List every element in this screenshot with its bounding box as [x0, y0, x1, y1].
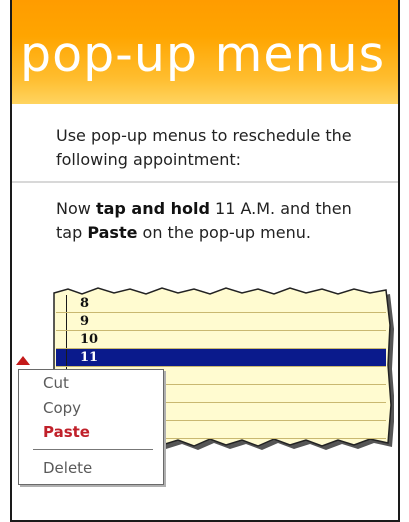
menu-separator — [33, 449, 153, 450]
header-banner: pop-up menus — [12, 0, 398, 104]
appointment-marker-icon — [16, 356, 30, 365]
divider — [12, 181, 398, 183]
calendar-row-11[interactable]: 11 — [56, 349, 386, 367]
menu-item-paste[interactable]: Paste — [43, 423, 90, 441]
instruction-text: Now tap and hold 11 A.M. and then tap Pa… — [56, 197, 381, 245]
menu-item-delete[interactable]: Delete — [43, 459, 92, 477]
calendar-row-label: 9 — [80, 314, 90, 329]
calendar-row-rule — [66, 313, 67, 330]
calendar-row-8[interactable]: 8 — [56, 295, 386, 313]
page-title: pop-up menus — [20, 26, 386, 83]
instruction-suffix: on the pop-up menu. — [137, 223, 311, 242]
tutorial-frame: pop-up menus Use pop-up menus to resched… — [10, 0, 400, 522]
calendar-row-9[interactable]: 9 — [56, 313, 386, 331]
calendar-row-rule — [66, 331, 67, 348]
instruction-prefix: Now — [56, 199, 96, 218]
calendar-row-label: 10 — [80, 332, 99, 347]
calendar-row-10[interactable]: 10 — [56, 331, 386, 349]
instruction-bold-paste: Paste — [87, 223, 138, 242]
calendar-row-label: 11 — [80, 350, 99, 365]
context-menu[interactable]: Cut Copy Paste Delete — [18, 369, 164, 485]
menu-item-cut[interactable]: Cut — [43, 374, 69, 392]
menu-item-copy[interactable]: Copy — [43, 399, 81, 417]
calendar-row-label: 8 — [80, 296, 90, 311]
intro-text: Use pop-up menus to reschedule the follo… — [56, 126, 352, 169]
calendar-row-rule — [66, 349, 67, 366]
instruction-bold-tap-hold: tap and hold — [95, 199, 210, 218]
calendar-row-rule — [66, 295, 67, 312]
